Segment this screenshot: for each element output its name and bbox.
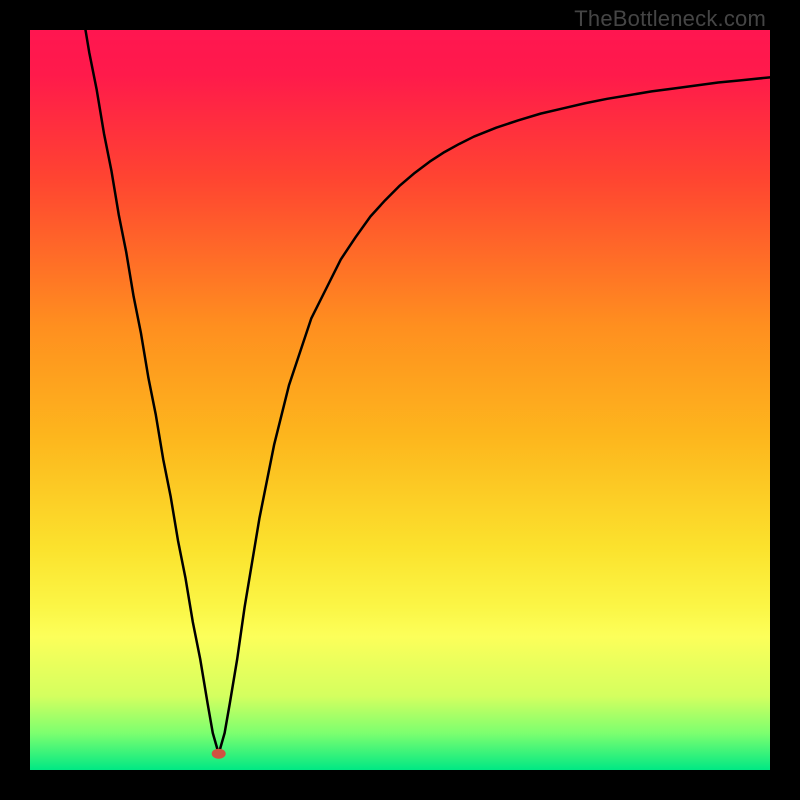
gradient-background [30,30,770,770]
watermark-text: TheBottleneck.com [574,6,766,32]
curve-minimum-marker [212,749,226,759]
chart-svg [30,30,770,770]
chart-frame [30,30,770,770]
